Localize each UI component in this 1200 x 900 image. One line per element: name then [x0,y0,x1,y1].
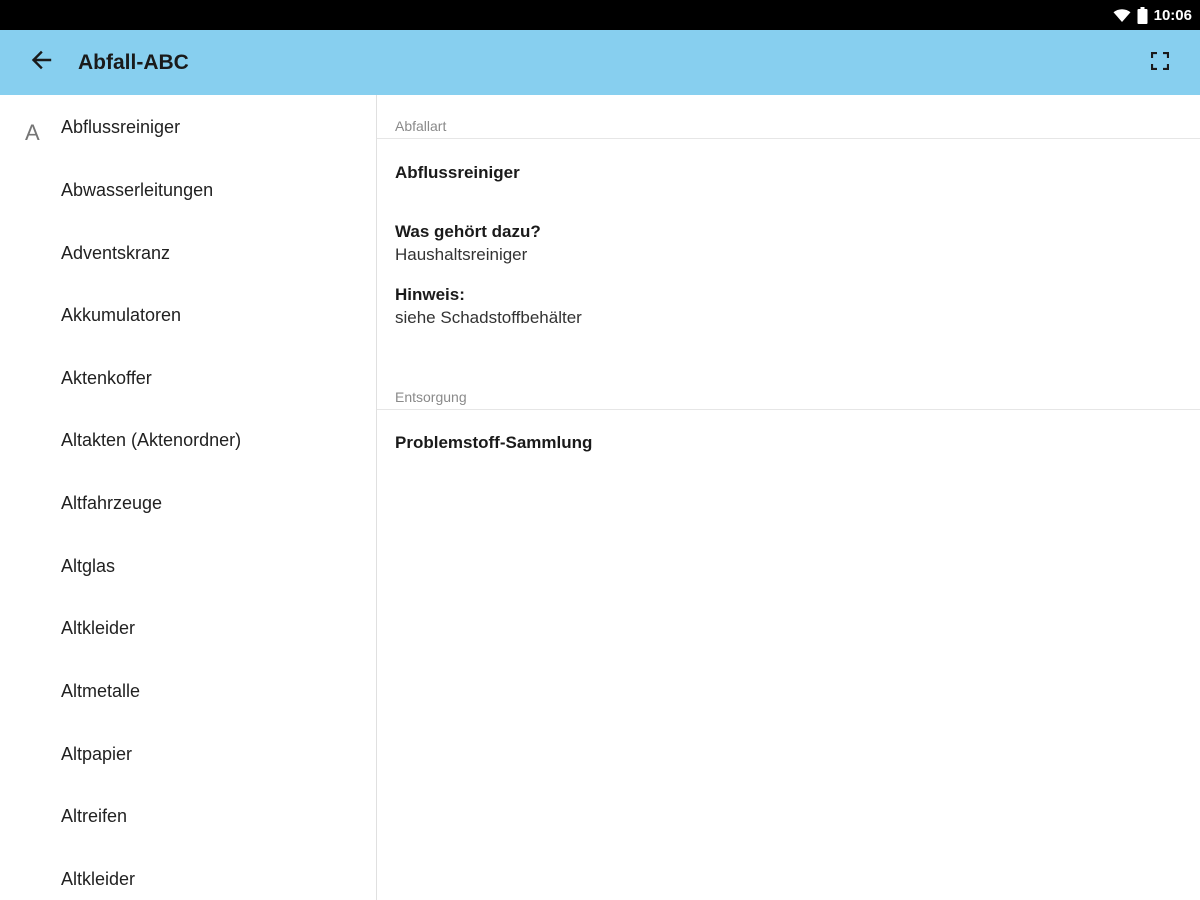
arrow-left-icon [30,49,52,76]
includes-value: Haushaltsreiniger [395,245,528,264]
list-item[interactable]: Altreifen [61,806,127,836]
list-item[interactable]: Altmetalle [61,681,140,711]
divider [377,409,1200,410]
list-item[interactable]: Abwasserleitungen [61,180,213,210]
list-item[interactable]: Altkleider [61,618,135,648]
page-title: Abfall-ABC [78,50,189,74]
list-item[interactable]: Abflussreiniger [61,117,180,147]
list-item[interactable]: Altfahrzeuge [61,493,162,523]
status-bar: 10:06 [0,0,1200,30]
note-value: siehe Schadstoffbehälter [395,308,582,327]
waste-type-value: Abflussreiniger [395,163,520,182]
list-item[interactable]: Altakten (Aktenordner) [61,430,241,460]
fullscreen-button[interactable] [1146,49,1174,77]
status-time: 10:06 [1153,6,1192,24]
note-label: Hinweis: [395,285,465,304]
disposal-header: Entsorgung [395,389,467,405]
waste-index-list[interactable]: A Abflussreiniger Abwasserleitungen Adve… [0,95,377,900]
list-item[interactable]: Altpapier [61,744,132,774]
waste-detail-panel: Abfallart Abflussreiniger Was gehört daz… [377,95,1200,900]
back-button[interactable] [26,48,56,78]
list-item[interactable]: Aktenkoffer [61,368,152,398]
section-letter: A [25,120,40,145]
includes-label: Was gehört dazu? [395,222,541,241]
wifi-icon [1113,8,1131,23]
disposal-value: Problemstoff-Sammlung [395,433,593,452]
list-item[interactable]: Adventskranz [61,243,170,273]
waste-type-header: Abfallart [395,118,447,134]
fullscreen-icon [1150,51,1170,75]
battery-icon [1137,6,1148,24]
divider [377,138,1200,139]
list-item[interactable]: Altkleider [61,869,135,899]
app-toolbar: Abfall-ABC [0,30,1200,95]
list-item[interactable]: Altglas [61,556,115,586]
list-item[interactable]: Akkumulatoren [61,305,181,335]
